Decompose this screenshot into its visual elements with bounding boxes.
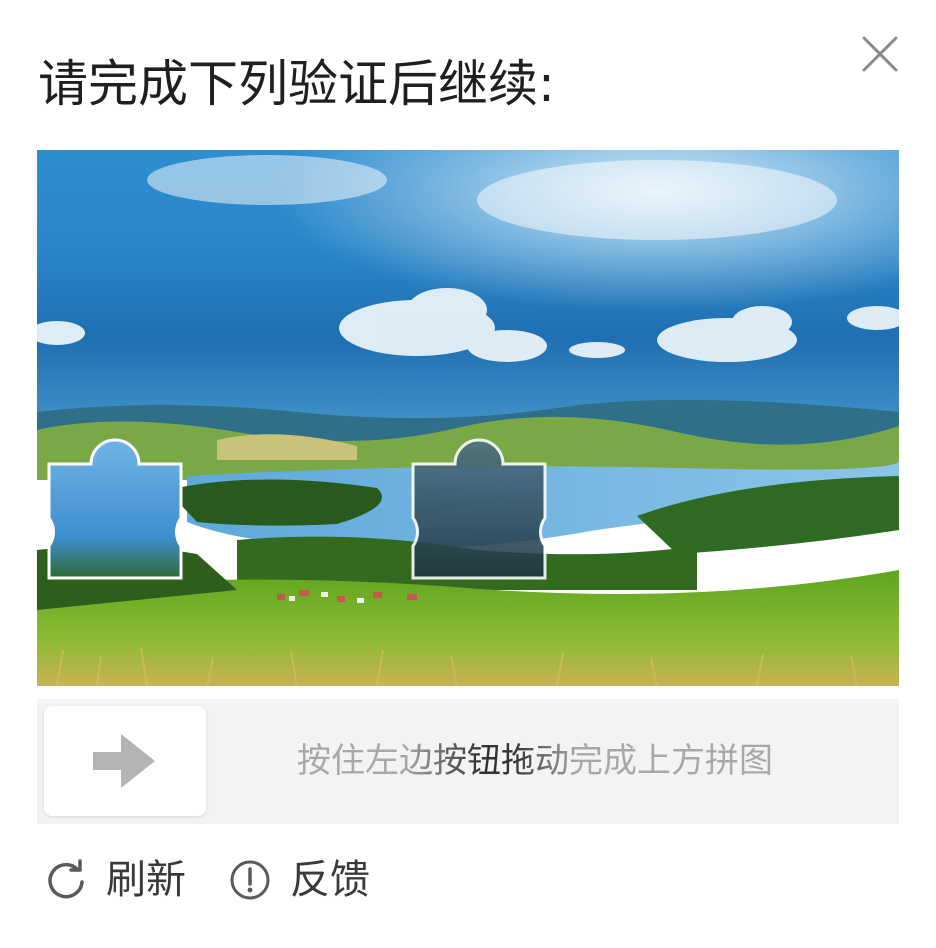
slider-hint-text: 按住左边按钮拖动完成上方拼图	[297, 699, 837, 824]
slider-track: 按住左边按钮拖动完成上方拼图	[37, 699, 899, 824]
slider-knob-button[interactable]	[44, 706, 206, 816]
arrow-right-icon	[93, 734, 155, 788]
dialog-title: 请完成下列验证后继续:	[38, 55, 555, 113]
feedback-label: 反馈	[290, 857, 370, 903]
puzzle-image-area	[37, 150, 899, 686]
refresh-button[interactable]: 刷新	[44, 850, 186, 910]
refresh-label: 刷新	[106, 857, 186, 903]
refresh-icon	[48, 859, 84, 899]
info-icon	[230, 860, 270, 900]
close-button[interactable]	[858, 32, 902, 76]
close-icon	[862, 36, 898, 72]
feedback-button[interactable]: 反馈	[228, 850, 370, 910]
landscape-image	[37, 150, 899, 686]
footer-actions: 刷新 反馈	[44, 850, 412, 910]
captcha-dialog: 请完成下列验证后继续: 按住左边按钮拖动完成上方拼图 刷新 反馈	[0, 0, 936, 948]
